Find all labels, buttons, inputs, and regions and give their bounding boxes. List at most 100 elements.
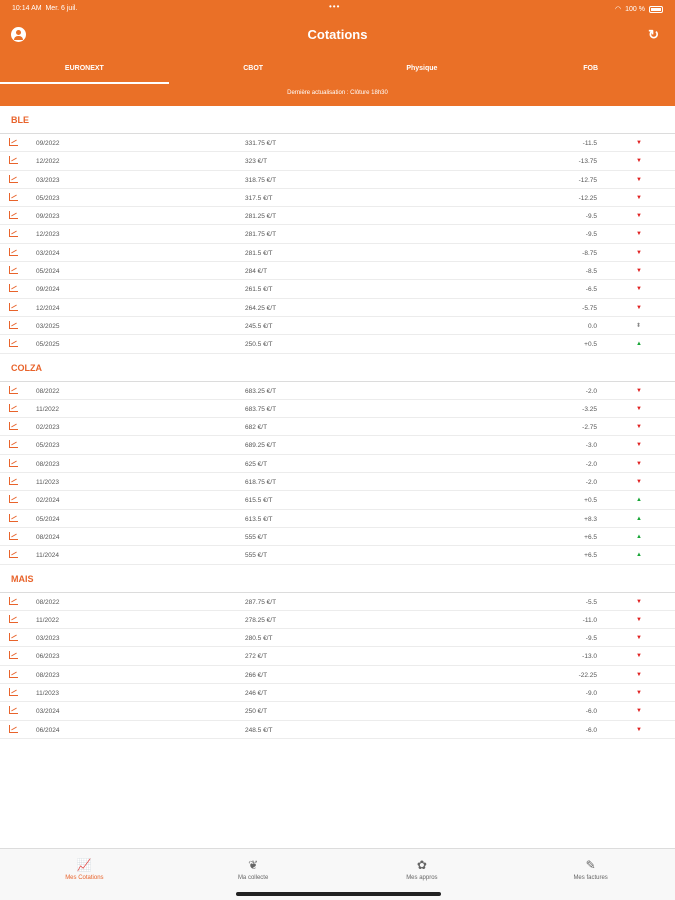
section-title: MAIS — [0, 565, 675, 593]
trend-down-icon: ▼ — [636, 268, 642, 275]
chart-line-icon[interactable] — [9, 422, 18, 431]
chart-line-icon[interactable] — [9, 706, 18, 715]
quote-row[interactable]: 12/2024 264.25 €/T -5.75 ▼ — [0, 299, 675, 317]
quote-price: 683.25 €/T — [245, 387, 277, 395]
chart-line-icon[interactable] — [9, 156, 18, 165]
quote-row[interactable]: 06/2024 248.5 €/T -6.0 ▼ — [0, 721, 675, 739]
chart-line-icon[interactable] — [9, 302, 18, 311]
quote-row[interactable]: 11/2022 683.75 €/T -3.25 ▼ — [0, 400, 675, 419]
chart-line-icon[interactable] — [9, 320, 18, 329]
quote-row[interactable]: 03/2023 280.5 €/T -9.5 ▼ — [0, 629, 675, 648]
quote-row[interactable]: 05/2025 250.5 €/T +0.5 ▲ — [0, 335, 675, 354]
expiry-date: 03/2023 — [36, 635, 60, 643]
quote-row[interactable]: 11/2022 278.25 €/T -11.0 ▼ — [0, 611, 675, 630]
refresh-icon[interactable]: ↻ — [648, 28, 659, 41]
chart-line-icon[interactable] — [9, 339, 18, 348]
expiry-date: 11/2022 — [36, 616, 60, 624]
quote-price: 281.75 €/T — [245, 231, 277, 239]
tab-cbot[interactable]: CBOT — [169, 58, 338, 84]
chart-line-icon[interactable] — [9, 614, 18, 623]
tab-mes-factures[interactable]: ✎ Mes factures — [506, 849, 675, 900]
quote-row[interactable]: 11/2024 555 €/T +6.5 ▲ — [0, 546, 675, 565]
expiry-date: 09/2024 — [36, 286, 60, 294]
chart-line-icon[interactable] — [9, 458, 18, 467]
chart-line-icon[interactable] — [9, 247, 18, 256]
multitask-dots[interactable]: ••• — [329, 2, 340, 11]
chart-line-icon[interactable] — [9, 284, 18, 293]
trend-down-icon: ▼ — [636, 616, 642, 623]
status-bar: 10:14 AM Mer. 6 juil. ••• ◠ 100 % — [0, 0, 675, 18]
quote-row[interactable]: 03/2024 281.5 €/T -8.75 ▼ — [0, 244, 675, 263]
expiry-date: 12/2023 — [36, 231, 60, 239]
quote-row[interactable]: 09/2022 331.75 €/T -11.5 ▼ — [0, 134, 675, 153]
quote-change: +6.5 — [584, 533, 597, 541]
quote-row[interactable]: 09/2024 261.5 €/T -6.5 ▼ — [0, 280, 675, 299]
quote-row[interactable]: 12/2023 281.75 €/T -9.5 ▼ — [0, 225, 675, 244]
quote-row[interactable]: 02/2024 615.5 €/T +0.5 ▲ — [0, 491, 675, 510]
chart-line-icon[interactable] — [9, 174, 18, 183]
chart-line-icon[interactable] — [9, 513, 18, 522]
quote-row[interactable]: 03/2024 250 €/T -6.0 ▼ — [0, 702, 675, 721]
quote-price: 266 €/T — [245, 671, 268, 679]
chart-line-icon[interactable] — [9, 531, 18, 540]
chart-line-icon[interactable] — [9, 596, 18, 605]
quote-row[interactable]: 08/2022 287.75 €/T -5.5 ▼ — [0, 593, 675, 611]
quote-change: -9.5 — [585, 635, 597, 643]
section-title: BLE — [0, 106, 675, 134]
quote-row[interactable]: 08/2022 683.25 €/T -2.0 ▼ — [0, 382, 675, 400]
chart-line-icon[interactable] — [9, 688, 18, 697]
trend-down-icon: ▼ — [636, 653, 642, 660]
quote-change: -5.75 — [582, 304, 597, 312]
chart-line-icon[interactable] — [9, 266, 18, 275]
quote-row[interactable]: 08/2023 266 €/T -22.25 ▼ — [0, 666, 675, 685]
tab-fob[interactable]: FOB — [506, 58, 675, 84]
chart-line-icon[interactable] — [9, 495, 18, 504]
chart-line-icon[interactable] — [9, 651, 18, 660]
chart-line-icon[interactable] — [9, 669, 18, 678]
quote-row[interactable]: 05/2023 689.25 €/T -3.0 ▼ — [0, 436, 675, 455]
tab-euronext[interactable]: EURONEXT — [0, 58, 169, 84]
quote-row[interactable]: 03/2025 245.5 €/T 0.0 ⬍ — [0, 317, 675, 336]
quote-row[interactable]: 06/2023 272 €/T -13.0 ▼ — [0, 647, 675, 666]
quote-price: 245.5 €/T — [245, 322, 273, 330]
quote-row[interactable]: 02/2023 682 €/T -2.75 ▼ — [0, 418, 675, 437]
quote-row[interactable]: 05/2024 613.5 €/T +8.3 ▲ — [0, 510, 675, 528]
chart-line-icon[interactable] — [9, 229, 18, 238]
quote-row[interactable]: 12/2022 323 €/T -13.75 ▼ — [0, 152, 675, 171]
quote-row[interactable]: 03/2023 318.75 €/T -12.75 ▼ — [0, 171, 675, 189]
quote-price: 613.5 €/T — [245, 515, 273, 523]
expiry-date: 02/2024 — [36, 497, 60, 505]
chart-line-icon[interactable] — [9, 633, 18, 642]
expiry-date: 03/2024 — [36, 249, 60, 257]
chart-line-icon[interactable] — [9, 477, 18, 486]
chart-line-icon[interactable] — [9, 550, 18, 559]
quote-price: 555 €/T — [245, 552, 268, 560]
quote-row[interactable]: 11/2023 246 €/T -9.0 ▼ — [0, 684, 675, 703]
quote-row[interactable]: 11/2023 618.75 €/T -2.0 ▼ — [0, 473, 675, 492]
trend-down-icon: ▼ — [636, 635, 642, 642]
tab-mes-cotations-label: Mes Cotations — [65, 875, 104, 881]
quote-row[interactable]: 08/2023 625 €/T -2.0 ▼ — [0, 455, 675, 474]
quote-row[interactable]: 08/2024 555 €/T +6.5 ▲ — [0, 528, 675, 547]
quote-price: 272 €/T — [245, 653, 268, 661]
pen-icon: ✎ — [585, 858, 596, 872]
tab-physique[interactable]: Physique — [338, 58, 507, 84]
trend-down-icon: ▼ — [636, 194, 642, 201]
quote-row[interactable]: 09/2023 281.25 €/T -9.5 ▼ — [0, 207, 675, 226]
tab-ma-collecte-label: Ma collecte — [237, 875, 269, 881]
chart-line-icon[interactable] — [9, 440, 18, 449]
chart-line-icon[interactable] — [9, 192, 18, 201]
expiry-date: 03/2024 — [36, 708, 60, 716]
quote-row[interactable]: 05/2024 284 €/T -8.5 ▼ — [0, 262, 675, 281]
chart-line-icon[interactable] — [9, 385, 18, 394]
tab-mes-cotations[interactable]: 📈 Mes Cotations — [0, 849, 169, 900]
chart-line-icon[interactable] — [9, 211, 18, 220]
chart-line-icon[interactable] — [9, 724, 18, 733]
trend-down-icon: ▼ — [636, 387, 642, 394]
quote-row[interactable]: 05/2023 317.5 €/T -12.25 ▼ — [0, 189, 675, 208]
battery-label: 100 % — [625, 5, 645, 13]
quote-change: -8.75 — [582, 249, 597, 257]
chart-line-icon[interactable] — [9, 403, 18, 412]
quote-price: 323 €/T — [245, 158, 268, 166]
chart-line-icon[interactable] — [9, 138, 18, 146]
